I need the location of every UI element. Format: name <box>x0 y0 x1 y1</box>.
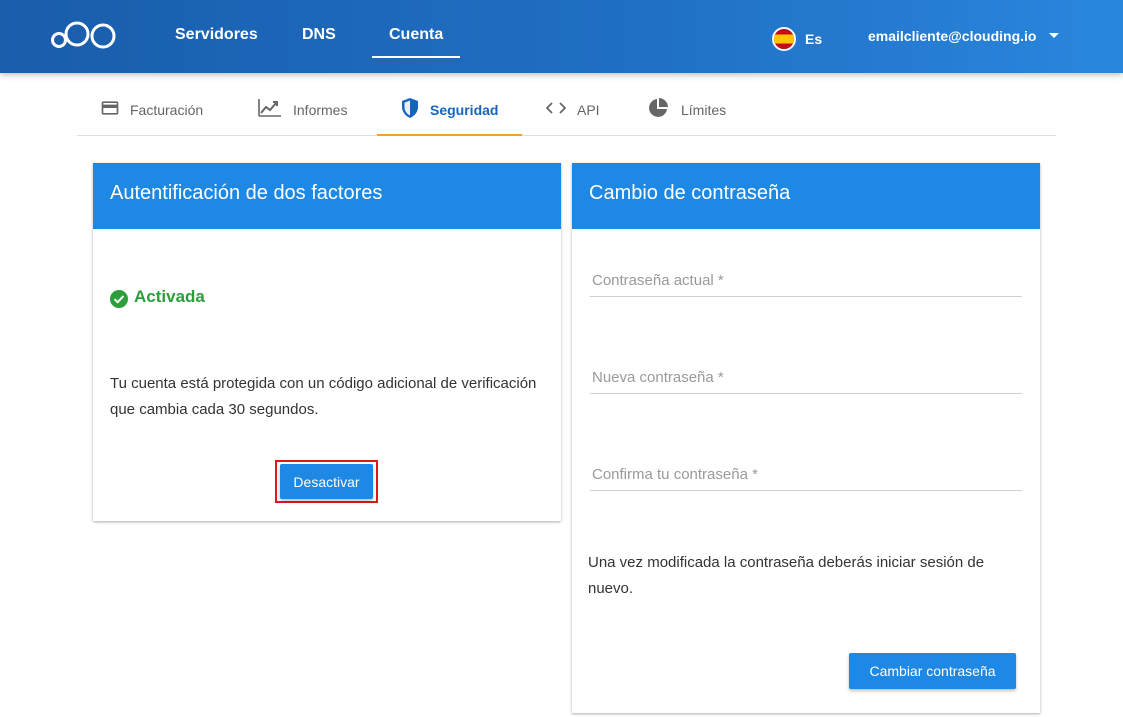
tab-informes[interactable]: Informes <box>258 88 368 135</box>
pie-chart-icon <box>649 98 668 117</box>
password-change-title: Cambio de contraseña <box>572 163 1040 229</box>
current-password-field[interactable] <box>590 253 1022 297</box>
top-navigation-bar: Servidores DNS Cuenta Es emailcliente@cl… <box>0 0 1123 73</box>
tab-seguridad[interactable]: Seguridad <box>377 88 522 136</box>
code-icon <box>546 102 566 114</box>
confirm-password-field[interactable] <box>590 447 1022 491</box>
check-circle-icon <box>110 290 128 308</box>
tab-label: Seguridad <box>430 102 499 118</box>
credit-card-icon <box>101 101 119 115</box>
nav-cuenta[interactable]: Cuenta <box>371 26 461 58</box>
tab-label: Facturación <box>130 102 204 118</box>
nav-servidores[interactable]: Servidores <box>175 26 258 50</box>
user-email: emailcliente@clouding.io <box>868 28 1037 44</box>
spain-flag-icon <box>772 27 796 51</box>
change-password-button[interactable]: Cambiar contraseña <box>849 653 1016 689</box>
tab-limites[interactable]: Límites <box>648 88 743 135</box>
account-subtabs: Facturación Informes Seguridad API Límit… <box>77 88 1056 136</box>
two-factor-title: Autentificación de dos factores <box>93 163 561 229</box>
two-factor-card: Autentificación de dos factores Activada… <box>93 163 561 521</box>
tab-facturacion[interactable]: Facturación <box>100 88 220 135</box>
two-factor-description: Tu cuenta está protegida con un código a… <box>110 375 537 418</box>
tab-label: Informes <box>293 102 348 118</box>
clouding-logo[interactable] <box>50 18 120 54</box>
password-change-card: Cambio de contraseña Una vez modificada … <box>572 163 1040 713</box>
confirm-password-input[interactable] <box>590 447 1022 490</box>
caret-down-icon <box>1049 33 1059 38</box>
tab-label: API <box>577 102 600 118</box>
status-label: Activada <box>134 287 205 306</box>
tab-label: Límites <box>681 102 727 118</box>
shield-icon <box>402 98 418 118</box>
new-password-input[interactable] <box>590 350 1022 393</box>
new-password-field[interactable] <box>590 350 1022 394</box>
tab-api[interactable]: API <box>546 88 616 135</box>
current-password-input[interactable] <box>590 253 1022 296</box>
nav-dns[interactable]: DNS <box>302 26 336 50</box>
trending-up-icon <box>258 99 281 117</box>
language-label: Es <box>805 31 823 47</box>
deactivate-button[interactable]: Desactivar <box>280 464 373 499</box>
password-change-note: Una vez modificada la contraseña deberás… <box>588 554 985 597</box>
user-menu[interactable]: emailcliente@clouding.io <box>868 28 1059 50</box>
